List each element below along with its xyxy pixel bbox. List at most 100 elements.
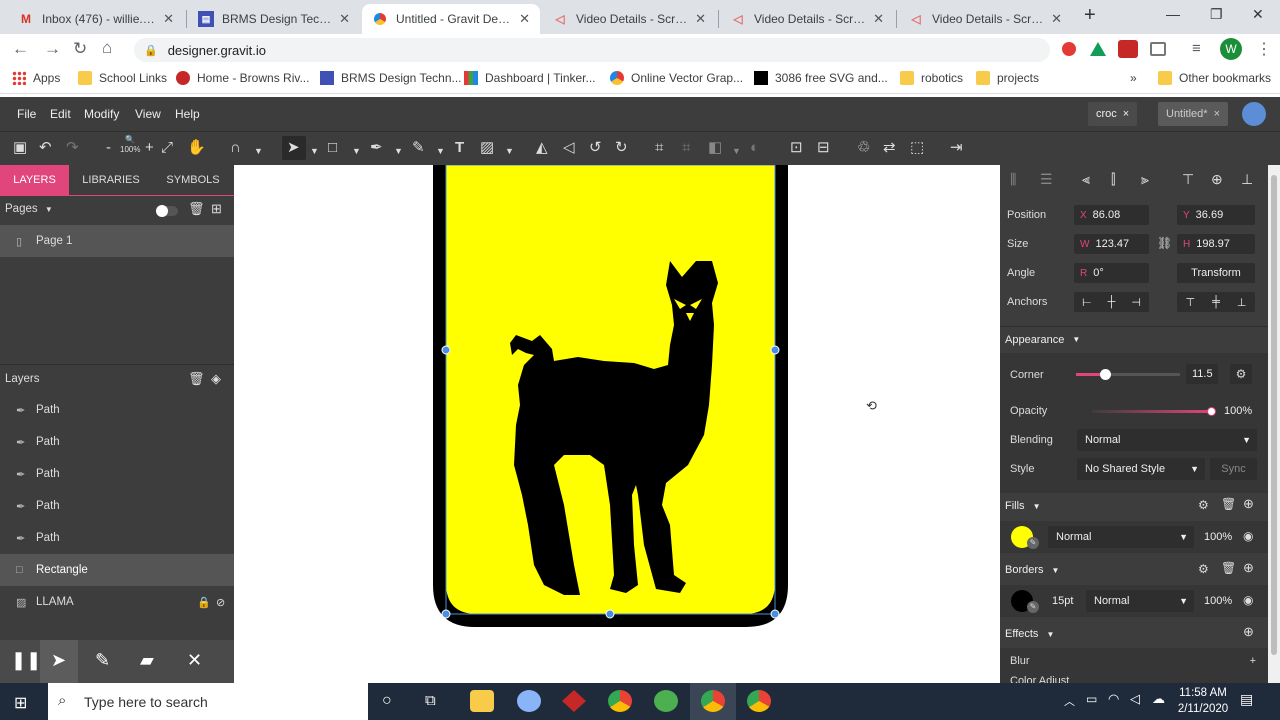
- toggle-switch[interactable]: [156, 205, 178, 217]
- align-bottom-icon[interactable]: ⊥: [1241, 171, 1253, 188]
- opacity-value[interactable]: 100%: [1224, 405, 1252, 417]
- pointer-tool-icon[interactable]: ➤: [287, 139, 300, 157]
- chrome-icon[interactable]: [747, 690, 771, 712]
- fill-blend-dropdown[interactable]: Normal ▼: [1048, 526, 1194, 548]
- opacity-slider-knob[interactable]: [1207, 407, 1216, 416]
- cortana-icon[interactable]: ○: [382, 692, 392, 710]
- anchor-middle-icon[interactable]: ╪: [1212, 296, 1220, 308]
- file-explorer-icon[interactable]: [470, 690, 494, 712]
- battery-icon[interactable]: ▭: [1086, 692, 1097, 706]
- align-middle-icon[interactable]: ⊕: [1211, 171, 1223, 188]
- chevron-down-icon[interactable]: ▼: [436, 142, 445, 160]
- h-field[interactable]: H 198.97: [1177, 234, 1255, 254]
- blur-row[interactable]: Blur +: [1000, 648, 1268, 674]
- tab-symbols[interactable]: SYMBOLS: [158, 165, 228, 195]
- distribute-vertical-icon[interactable]: ☰: [1040, 171, 1053, 188]
- layer-item-path[interactable]: ✒ Path: [0, 426, 234, 458]
- text-tool-icon[interactable]: T: [455, 139, 464, 157]
- rectangle-tool-icon[interactable]: □: [328, 139, 337, 157]
- pause-icon[interactable]: ❚❚: [11, 650, 41, 671]
- border-blend-dropdown[interactable]: Normal ▼: [1086, 590, 1194, 612]
- layer-item-path[interactable]: ✒ Path: [0, 490, 234, 522]
- tab-brms[interactable]: ▤ BRMS Design Technolo ✕: [188, 4, 360, 34]
- swap-icon[interactable]: ⇄: [883, 139, 896, 157]
- page-item[interactable]: ▯ Page 1: [0, 225, 234, 257]
- group-icon[interactable]: ⌗: [655, 139, 663, 157]
- chevron-down-icon[interactable]: ▼: [732, 142, 741, 160]
- bookmark-apps[interactable]: Apps: [12, 71, 60, 85]
- rotate-right-icon[interactable]: ↻: [615, 139, 628, 157]
- bookmark-online-vector[interactable]: Online Vector Grap...: [610, 71, 743, 85]
- close-icon[interactable]: ✕: [1051, 11, 1062, 27]
- eyedropper-icon[interactable]: ✎: [1027, 537, 1039, 549]
- redo-icon[interactable]: ↷: [66, 139, 79, 157]
- align-center-icon[interactable]: ⫿: [1111, 171, 1115, 188]
- taskbar-search[interactable]: ⌕ Type here to search: [48, 683, 368, 720]
- tab-video-details-3[interactable]: ◁ Video Details - Screenc ✕: [898, 4, 1072, 34]
- flip-vertical-icon[interactable]: ◁: [563, 139, 575, 157]
- tab-video-details-2[interactable]: ◁ Video Details - Screenc ✕: [720, 4, 894, 34]
- bookmark-tinkercad[interactable]: Dashboard | Tinker...: [464, 71, 596, 85]
- reading-list-icon[interactable]: ≡: [1192, 40, 1201, 57]
- chevron-down-icon[interactable]: ▼: [310, 142, 319, 160]
- layer-item-rectangle[interactable]: □ Rectangle: [0, 554, 234, 586]
- mask-icon[interactable]: ◐: [750, 139, 759, 157]
- export-icon[interactable]: ⇥: [950, 139, 963, 157]
- recycle-icon[interactable]: ♲: [857, 139, 870, 157]
- user-avatar-icon[interactable]: [1242, 102, 1266, 126]
- layer-item-path[interactable]: ✒ Path: [0, 522, 234, 554]
- clock[interactable]: 11:58 AM 2/11/2020: [1172, 685, 1234, 717]
- close-icon[interactable]: ×: [1123, 108, 1129, 120]
- anchor-center-icon[interactable]: ┼: [1108, 296, 1116, 308]
- link-proportions-icon[interactable]: ⛓: [1157, 236, 1172, 250]
- align-top-icon[interactable]: ⊤: [1182, 171, 1194, 188]
- zoom-in-icon[interactable]: +: [145, 139, 154, 157]
- lock-icon[interactable]: 🔒: [197, 596, 211, 609]
- scrollbar-thumb[interactable]: [1271, 175, 1277, 655]
- bookmark-brms[interactable]: BRMS Design Techn...: [320, 71, 462, 85]
- bookmark-projects[interactable]: projects: [976, 71, 1039, 85]
- chrome-icon[interactable]: [608, 690, 632, 712]
- trash-icon[interactable]: 🗑: [188, 371, 205, 387]
- w-field[interactable]: W 123.47: [1074, 234, 1149, 254]
- hidden-eye-icon[interactable]: ⊘: [216, 596, 225, 609]
- drive-icon[interactable]: [1090, 42, 1106, 56]
- chevron-down-icon[interactable]: ▼: [352, 142, 361, 160]
- pencil-tool-icon[interactable]: ✎: [412, 139, 425, 157]
- bookmark-school-links[interactable]: School Links: [78, 71, 167, 85]
- add-blur-icon[interactable]: +: [1250, 655, 1256, 667]
- back-icon[interactable]: ←: [12, 39, 29, 59]
- align-right-icon[interactable]: ⫸: [1141, 171, 1149, 188]
- distribute-horizontal-icon[interactable]: ⫼: [1010, 171, 1016, 188]
- corner-slider[interactable]: [1076, 369, 1180, 380]
- lock-icon[interactable]: ⊡: [790, 139, 803, 157]
- zoom-level[interactable]: 🔍 100%: [120, 135, 140, 155]
- add-border-icon[interactable]: ⊕: [1243, 560, 1254, 576]
- add-layer-icon[interactable]: ◈: [211, 371, 221, 387]
- onedrive-icon[interactable]: ☁: [1152, 691, 1165, 707]
- close-icon[interactable]: ✕: [187, 650, 202, 671]
- tray-chevron-icon[interactable]: ︿: [1064, 693, 1075, 709]
- menu-view[interactable]: View: [135, 107, 161, 121]
- pages-header[interactable]: Pages ▼: [5, 203, 53, 215]
- chevron-down-icon[interactable]: ▼: [505, 142, 514, 160]
- fit-icon[interactable]: ⤢: [161, 139, 173, 157]
- close-icon[interactable]: ✕: [163, 11, 174, 27]
- appearance-section[interactable]: Appearance ▼: [1000, 326, 1268, 352]
- add-effect-icon[interactable]: ⊕: [1243, 624, 1254, 640]
- extension-icon[interactable]: [1062, 42, 1076, 56]
- bookmark-other[interactable]: Other bookmarks: [1158, 71, 1271, 85]
- url-bar[interactable]: 🔒 designer.gravit.io: [134, 38, 1050, 62]
- border-width[interactable]: 15pt: [1052, 595, 1073, 607]
- doc-tab-croc[interactable]: croc ×: [1088, 102, 1138, 126]
- reload-icon[interactable]: ↻: [73, 39, 87, 59]
- save-icon[interactable]: ▣: [13, 139, 27, 157]
- wifi-icon[interactable]: ◠: [1108, 691, 1119, 707]
- pencil-icon[interactable]: ✎: [95, 650, 110, 671]
- app-icon[interactable]: [654, 690, 678, 712]
- app-icon[interactable]: [517, 690, 541, 712]
- layer-item-path[interactable]: ✒ Path: [0, 394, 234, 426]
- more-bookmarks-button[interactable]: »: [1130, 71, 1137, 85]
- bookmark-svg[interactable]: 3086 free SVG and...: [754, 71, 888, 85]
- visibility-eye-icon[interactable]: ◉: [1243, 529, 1253, 543]
